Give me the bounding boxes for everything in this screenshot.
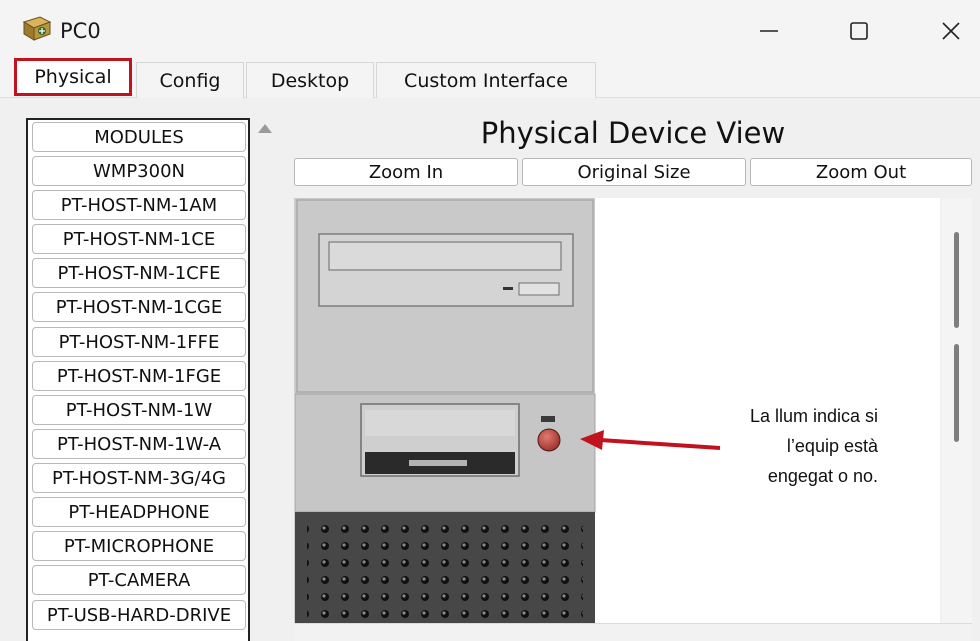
module-item-microphone[interactable]: PT-MICROPHONE bbox=[32, 531, 246, 561]
module-item-1am[interactable]: PT-HOST-NM-1AM bbox=[32, 190, 246, 220]
modules-scrollbar[interactable] bbox=[254, 118, 276, 641]
annotation-arrow-icon bbox=[580, 430, 721, 450]
tab-bar: Physical Config Desktop Custom Interface bbox=[0, 58, 980, 98]
physical-view-title: Physical Device View bbox=[480, 116, 786, 150]
close-button[interactable] bbox=[926, 10, 976, 52]
module-item-wmp300n[interactable]: WMP300N bbox=[32, 156, 246, 186]
module-item-1ffe[interactable]: PT-HOST-NM-1FFE bbox=[32, 327, 246, 357]
scroll-thumb-upper[interactable] bbox=[954, 232, 959, 328]
annotation-line-3: engegat o no. bbox=[767, 466, 878, 486]
module-item-1cfe[interactable]: PT-HOST-NM-1CFE bbox=[32, 258, 246, 288]
module-item-usb-hard-drive[interactable]: PT-USB-HARD-DRIVE bbox=[32, 600, 246, 630]
viewport-horizontal-scrollbar[interactable] bbox=[294, 623, 972, 641]
module-item-modules[interactable]: MODULES bbox=[32, 122, 246, 152]
power-light-annotation: La llum indica si l’equip està engegat o… bbox=[700, 401, 878, 491]
zoom-in-button[interactable]: Zoom In bbox=[294, 158, 518, 186]
module-item-1w[interactable]: PT-HOST-NM-1W bbox=[32, 395, 246, 425]
modules-list: MODULES WMP300N PT-HOST-NM-1AM PT-HOST-N… bbox=[26, 118, 250, 641]
pc-tower-image bbox=[294, 198, 596, 623]
tab-desktop[interactable]: Desktop bbox=[246, 62, 374, 98]
tab-custom-interface[interactable]: Custom Interface bbox=[376, 62, 596, 98]
annotation-line-2: l’equip està bbox=[786, 436, 878, 456]
module-item-1ce[interactable]: PT-HOST-NM-1CE bbox=[32, 224, 246, 254]
minimize-icon bbox=[760, 30, 778, 32]
original-size-button[interactable]: Original Size bbox=[522, 158, 746, 186]
tab-physical[interactable]: Physical bbox=[14, 58, 132, 96]
maximize-icon bbox=[850, 22, 868, 40]
scroll-up-arrow-icon[interactable] bbox=[258, 124, 272, 133]
module-item-headphone[interactable]: PT-HEADPHONE bbox=[32, 497, 246, 527]
module-item-3g-4g[interactable]: PT-HOST-NM-3G/4G bbox=[32, 463, 246, 493]
minimize-button[interactable] bbox=[744, 10, 794, 52]
module-item-1cge[interactable]: PT-HOST-NM-1CGE bbox=[32, 292, 246, 322]
tab-config[interactable]: Config bbox=[136, 62, 244, 98]
zoom-out-button[interactable]: Zoom Out bbox=[750, 158, 972, 186]
module-item-camera[interactable]: PT-CAMERA bbox=[32, 565, 246, 595]
module-item-1w-a[interactable]: PT-HOST-NM-1W-A bbox=[32, 429, 246, 459]
title-bar: PC0 bbox=[0, 0, 980, 62]
module-item-1fge[interactable]: PT-HOST-NM-1FGE bbox=[32, 361, 246, 391]
scroll-thumb-lower[interactable] bbox=[954, 344, 959, 442]
maximize-button[interactable] bbox=[834, 10, 884, 52]
app-icon bbox=[22, 16, 52, 41]
window-title: PC0 bbox=[60, 19, 101, 43]
close-icon bbox=[942, 22, 960, 40]
annotation-line-1: La llum indica si bbox=[749, 406, 878, 426]
viewport-vertical-scrollbar[interactable] bbox=[942, 198, 972, 623]
physical-panel: MODULES WMP300N PT-HOST-NM-1AM PT-HOST-N… bbox=[0, 98, 980, 641]
